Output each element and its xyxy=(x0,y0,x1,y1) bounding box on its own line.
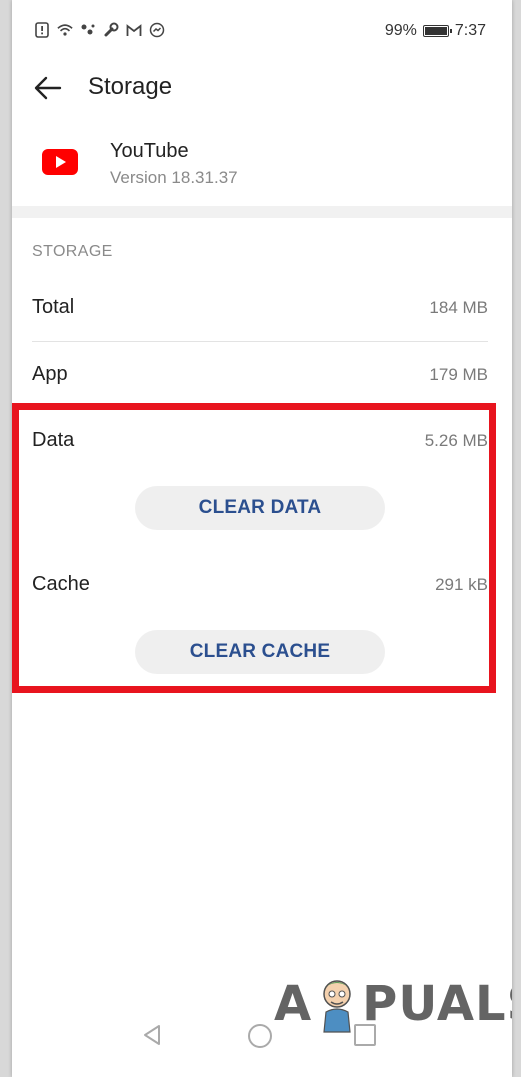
app-name: YouTube xyxy=(110,140,189,162)
nav-recents-icon[interactable] xyxy=(354,1024,376,1046)
nav-back-icon[interactable] xyxy=(140,1023,164,1047)
status-right: 99% 7:37 xyxy=(385,22,486,40)
battery-percent: 99% xyxy=(384,22,417,39)
wrench-icon xyxy=(103,22,119,38)
data-row: Data 5.26 MB xyxy=(32,409,488,475)
app-label: App xyxy=(32,363,68,385)
app-version: Version 18.31.37 xyxy=(110,168,238,187)
phone-screen: 99% 7:37 Storage YouTube Version 18.31.3… xyxy=(12,0,512,1077)
wifi-icon xyxy=(57,22,73,38)
data-label: Data xyxy=(32,429,75,451)
storage-section-header: STORAGE xyxy=(32,243,113,260)
data-value: 5.26 MB xyxy=(424,431,488,450)
back-arrow-icon[interactable] xyxy=(32,72,64,104)
cache-value: 291 kB xyxy=(435,575,488,594)
battery-icon xyxy=(422,25,452,37)
app-bar: Storage xyxy=(12,62,512,114)
clock: 7:37 xyxy=(454,22,486,39)
row-divider xyxy=(32,341,488,342)
total-value: 184 MB xyxy=(429,298,488,317)
alert-icon xyxy=(34,22,50,38)
page-title: Storage xyxy=(88,73,173,100)
app-row: App 179 MB xyxy=(32,343,488,409)
status-icons xyxy=(34,22,165,38)
total-row: Total 184 MB xyxy=(32,276,488,342)
status-bar: 99% 7:37 xyxy=(12,0,512,62)
gmail-icon xyxy=(126,22,142,38)
dots-icon xyxy=(80,22,96,38)
section-divider xyxy=(12,206,512,218)
total-label: Total xyxy=(32,296,75,318)
navigation-bar xyxy=(12,1005,512,1065)
youtube-icon xyxy=(42,149,78,175)
cache-row: Cache 291 kB xyxy=(32,553,488,619)
cache-label: Cache xyxy=(32,573,90,595)
clear-data-button[interactable]: CLEAR DATA xyxy=(135,486,385,530)
app-info: YouTube Version 18.31.37 xyxy=(12,132,512,202)
clear-cache-button[interactable]: CLEAR CACHE xyxy=(135,630,385,674)
app-value: 179 MB xyxy=(429,365,488,384)
messenger-icon xyxy=(149,22,165,38)
nav-home-icon[interactable] xyxy=(248,1024,272,1048)
